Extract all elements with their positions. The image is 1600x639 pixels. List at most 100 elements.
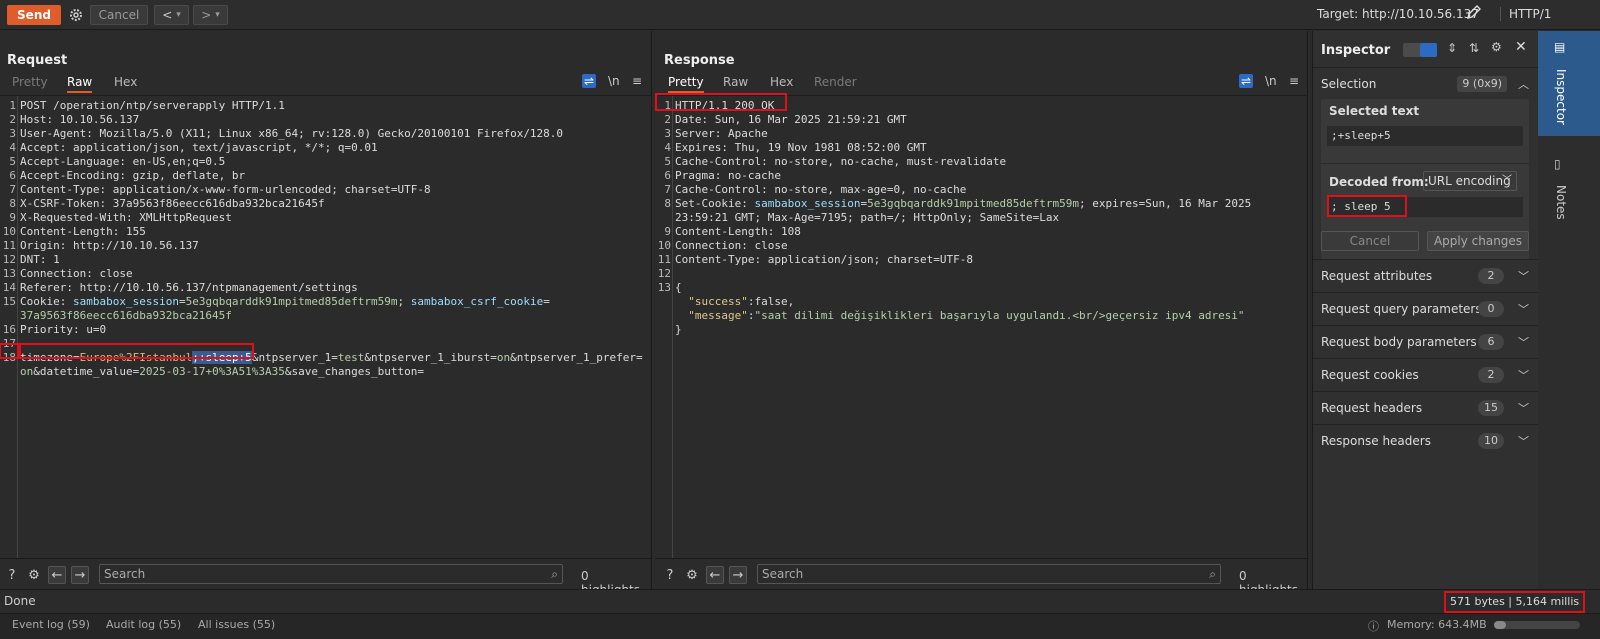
chevron-down-icon[interactable]: ﹀ [1518, 400, 1529, 416]
inspector-section[interactable]: Response headers 10 ﹀ [1313, 424, 1539, 457]
cancel-button[interactable]: Cancel [90, 5, 148, 25]
tab-event-log[interactable]: Event log (59) [12, 618, 90, 631]
prev-match-icon[interactable]: ← [48, 566, 66, 584]
line-text: 37a9563f86eecc616dba932bca21645f [20, 309, 232, 323]
inspector-section[interactable]: Request cookies 2 ﹀ [1313, 358, 1539, 391]
line-number: 4 [664, 141, 671, 154]
line-text: Priority: u=0 [20, 323, 107, 336]
memory-usage: Memory: 643.4MB [1387, 618, 1487, 631]
back-menu-icon[interactable]: ▾ [176, 10, 181, 20]
line-text: POST /operation/ntp/serverapply HTTP/1.1 [20, 99, 285, 112]
code-token: datetime_value [39, 365, 133, 378]
side-tab-inspector[interactable]: ▤ Inspector [1538, 31, 1600, 136]
request-panel: Request Pretty Raw Hex ⇌ \n ≡ 1 POST /ope… [0, 31, 652, 597]
chevron-down-icon[interactable]: ﹀ [1518, 367, 1529, 383]
response-editor[interactable]: 1 HTTP/1.1 200 OK 2 Date: Sun, 16 Mar 2025 … [655, 95, 1307, 558]
tab-raw[interactable]: Raw [723, 75, 748, 89]
code-token: 5e3gqbqarddk91mpitmed85deftrm59m [867, 197, 1079, 210]
line-text: Accept: application/json, text/javascrip… [20, 141, 378, 154]
line-number: 9 [664, 225, 671, 238]
chevron-down-icon[interactable]: ﹀ [1518, 268, 1529, 284]
section-label: Response headers [1321, 434, 1431, 448]
line-text: Server: Apache [675, 127, 768, 140]
forward-button[interactable]: > ▾ [193, 5, 228, 25]
newline-toggle[interactable]: \n [608, 74, 620, 88]
tab-all-issues[interactable]: All issues (55) [198, 618, 275, 631]
line-number: 4 [9, 141, 16, 154]
forward-arrow-icon: > [201, 8, 212, 22]
selected-text-label: Selected text [1329, 104, 1420, 118]
code-token: Cookie: [20, 295, 73, 308]
chevron-down-icon[interactable]: ﹀ [1518, 334, 1529, 350]
next-match-icon[interactable]: → [729, 566, 747, 584]
tab-pretty[interactable]: Pretty [12, 75, 48, 89]
tab-hex[interactable]: Hex [114, 75, 137, 89]
settings-gear-icon[interactable]: ⚙ [25, 566, 43, 584]
wrap-lines-icon[interactable]: ⇌ [1239, 74, 1254, 88]
help-icon[interactable]: ? [3, 566, 21, 584]
send-button[interactable]: Send [7, 5, 61, 25]
expand-all-icon[interactable]: ⇕ [1447, 41, 1457, 55]
search-input[interactable]: Search ⌕ [99, 564, 563, 584]
inspector-section[interactable]: Request body parameters 6 ﹀ [1313, 325, 1539, 358]
cancel-button[interactable]: Cancel [1321, 231, 1419, 251]
code-token: sambabox_csrf_cookie [410, 295, 544, 308]
settings-gear-icon[interactable]: ⚙ [683, 566, 701, 584]
inspector-section[interactable]: Request headers 15 ﹀ [1313, 391, 1539, 424]
help-icon[interactable]: ? [661, 566, 679, 584]
apply-changes-button[interactable]: Apply changes [1427, 231, 1529, 251]
line-text: } [675, 323, 682, 336]
line-text: { [675, 281, 682, 294]
tab-pretty[interactable]: Pretty [668, 75, 704, 93]
menu-icon[interactable]: ≡ [632, 74, 642, 88]
code-token: ntpserver_1 [258, 351, 332, 364]
code-token: ntpserver_1_iburst [371, 351, 491, 364]
side-tab-notes[interactable]: ▯ Notes [1538, 149, 1600, 229]
line-text: Referer: http://10.10.56.137/ntpmanageme… [20, 281, 358, 294]
chevron-down-icon[interactable]: ﹀ [1518, 433, 1529, 449]
line-text: "success":false, [675, 295, 794, 309]
protocol-selector[interactable]: HTTP/1 [1500, 7, 1551, 21]
settings-gear-icon[interactable] [67, 5, 85, 25]
top-toolbar: Send Cancel < ▾ > ▾ Target: http://10.10.5… [0, 0, 1600, 30]
line-number: 8 [9, 197, 16, 210]
chevron-up-icon[interactable]: ︿ [1518, 76, 1529, 92]
selected-text-field[interactable]: ;+sleep+5 [1327, 126, 1523, 146]
chevron-down-icon[interactable]: ﹀ [1518, 301, 1529, 317]
back-button[interactable]: < ▾ [154, 5, 189, 25]
tab-raw[interactable]: Raw [67, 75, 93, 93]
code-token: & [510, 351, 517, 364]
newline-toggle[interactable]: \n [1265, 74, 1277, 88]
collapse-all-icon[interactable]: ⇅ [1469, 41, 1479, 55]
prev-match-icon[interactable]: ← [706, 566, 724, 584]
line-number: 7 [9, 183, 16, 196]
request-title: Request [7, 53, 68, 68]
line-text: Origin: http://10.10.56.137 [20, 239, 199, 252]
menu-icon[interactable]: ≡ [1289, 74, 1299, 88]
selection-section[interactable]: Selection 9 (0x9) ︿ [1313, 67, 1539, 100]
highlight-box-injection [19, 343, 254, 359]
inspector-section[interactable]: Request attributes 2 ﹀ [1313, 259, 1539, 292]
decoding-value: URL encoding [1428, 174, 1511, 188]
tab-audit-log[interactable]: Audit log (55) [106, 618, 181, 631]
tab-render[interactable]: Render [814, 75, 857, 89]
inspector-layout-toggle[interactable] [1403, 43, 1437, 57]
line-number: 2 [664, 113, 671, 126]
edit-target-pencil-icon[interactable] [1466, 4, 1484, 24]
wrap-lines-icon[interactable]: ⇌ [582, 74, 597, 88]
next-match-icon[interactable]: → [71, 566, 89, 584]
inspector-section[interactable]: Request query parameters 0 ﹀ [1313, 292, 1539, 325]
settings-gear-icon[interactable]: ⚙ [1491, 40, 1502, 54]
info-icon: ⓘ [1368, 620, 1379, 633]
section-label: Request attributes [1321, 269, 1433, 283]
request-editor[interactable]: 1 POST /operation/ntp/serverapply HTTP/1.… [0, 95, 651, 558]
tab-hex[interactable]: Hex [770, 75, 793, 89]
line-text: Set-Cookie: sambabox_session=5e3gqbqardd… [675, 197, 1251, 211]
line-number: 9 [9, 211, 16, 224]
search-input[interactable]: Search ⌕ [757, 564, 1221, 584]
close-icon[interactable]: ✕ [1515, 39, 1527, 55]
line-text: Host: 10.10.56.137 [20, 113, 140, 126]
request-tabs: Pretty Raw Hex ⇌ \n ≡ [0, 74, 651, 93]
forward-menu-icon[interactable]: ▾ [215, 10, 220, 20]
decoding-select[interactable]: URL encoding ﹀ [1423, 171, 1517, 191]
